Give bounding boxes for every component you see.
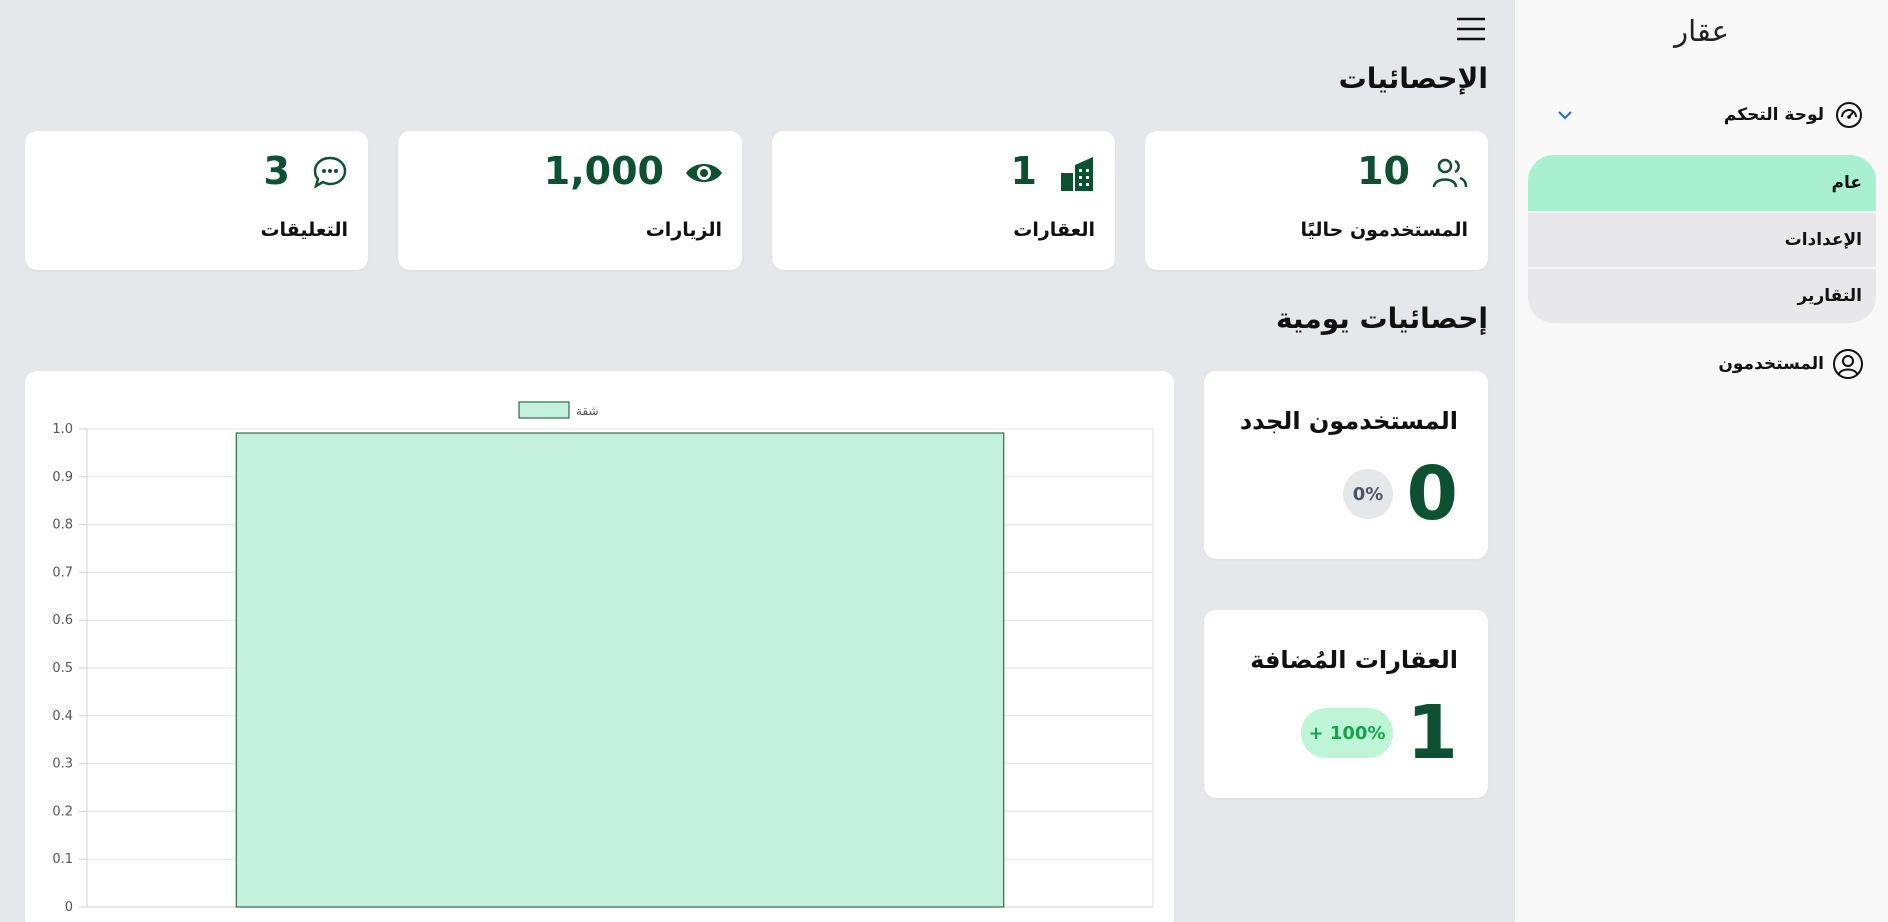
y-tick-label: 0.5 xyxy=(52,661,73,676)
new-users-value: 0 xyxy=(1406,451,1459,537)
y-tick-label: 0.6 xyxy=(52,613,73,628)
user-circle-icon xyxy=(1833,349,1863,379)
stat-value: 10 xyxy=(1357,149,1410,193)
legend-swatch xyxy=(518,401,570,419)
added-properties-card: العقارات المُضافة 1 + 100% xyxy=(1204,610,1488,798)
card-title: المستخدمون الجدد xyxy=(1239,407,1458,435)
y-tick-label: 0.4 xyxy=(52,709,73,724)
speedometer-icon xyxy=(1836,102,1862,128)
sidebar-item-users[interactable]: المستخدمون xyxy=(1539,347,1864,381)
y-tick-label: 0.1 xyxy=(52,852,73,867)
stat-value: 3 xyxy=(263,149,290,193)
stat-label: الزيارات xyxy=(645,219,722,241)
statistics-title: الإحصائيات xyxy=(1338,62,1488,95)
chevron-down-icon[interactable] xyxy=(1555,105,1575,125)
daily-chart-card: 0 0.1 0.2 0.3 0.4 0.5 0.6 0.7 0.8 0.9 1.0 شقة xyxy=(25,371,1174,922)
sidebar-item-label: المستخدمون xyxy=(1718,354,1824,374)
sidebar-item-label: لوحة التحكم xyxy=(1723,105,1824,125)
added-properties-value: 1 xyxy=(1406,690,1459,776)
stat-label: المستخدمون حاليًا xyxy=(1300,219,1468,241)
stat-value: 1 xyxy=(1010,149,1037,193)
y-tick-label: 0.9 xyxy=(52,470,73,485)
stat-value: 1,000 xyxy=(543,149,664,193)
buildings-icon xyxy=(1061,157,1093,191)
brand-logo: عقار xyxy=(1674,14,1729,48)
submenu-item-reports[interactable]: التقارير xyxy=(1528,267,1876,323)
eye-icon xyxy=(686,164,722,182)
y-tick-label: 0.2 xyxy=(52,804,73,819)
daily-statistics-title: إحصائيات يومية xyxy=(1275,302,1488,335)
chat-icon xyxy=(313,156,347,189)
submenu-item-general[interactable]: عام xyxy=(1528,155,1876,211)
card-title: العقارات المُضافة xyxy=(1250,646,1458,674)
hamburger-menu-icon[interactable] xyxy=(1456,16,1486,42)
stat-card-visits: 1,000 الزيارات xyxy=(398,131,742,270)
stat-card-users: 10 المستخدمون حاليًا xyxy=(1145,131,1488,270)
y-tick-label: 0 xyxy=(65,900,73,915)
sidebar: عقار لوحة التحكم عام الإعدادات التقارير … xyxy=(1514,0,1888,922)
stat-card-properties: 1 العقارات xyxy=(772,131,1115,270)
y-tick-label: 0.8 xyxy=(52,518,73,533)
daily-bar-chart: 0 0.1 0.2 0.3 0.4 0.5 0.6 0.7 0.8 0.9 1.0 شقة xyxy=(52,401,1154,915)
submenu-item-settings[interactable]: الإعدادات xyxy=(1528,211,1876,267)
change-badge: + 100% xyxy=(1301,708,1393,758)
new-users-card: المستخدمون الجدد 0 0% xyxy=(1204,371,1488,559)
stat-label: التعليقات xyxy=(260,219,348,241)
change-badge: 0% xyxy=(1343,469,1393,519)
stat-card-comments: 3 التعليقات xyxy=(25,131,368,270)
users-icon xyxy=(1432,158,1468,188)
chart-bar xyxy=(235,432,1005,908)
sidebar-item-dashboard[interactable]: لوحة التحكم xyxy=(1539,98,1864,132)
legend-label: شقة xyxy=(576,404,599,418)
stat-label: العقارات xyxy=(1013,219,1095,241)
y-tick-label: 1.0 xyxy=(52,422,73,437)
y-tick-label: 0.7 xyxy=(52,565,73,580)
y-tick-label: 0.3 xyxy=(52,757,73,772)
dashboard-submenu: عام الإعدادات التقارير xyxy=(1528,155,1876,323)
